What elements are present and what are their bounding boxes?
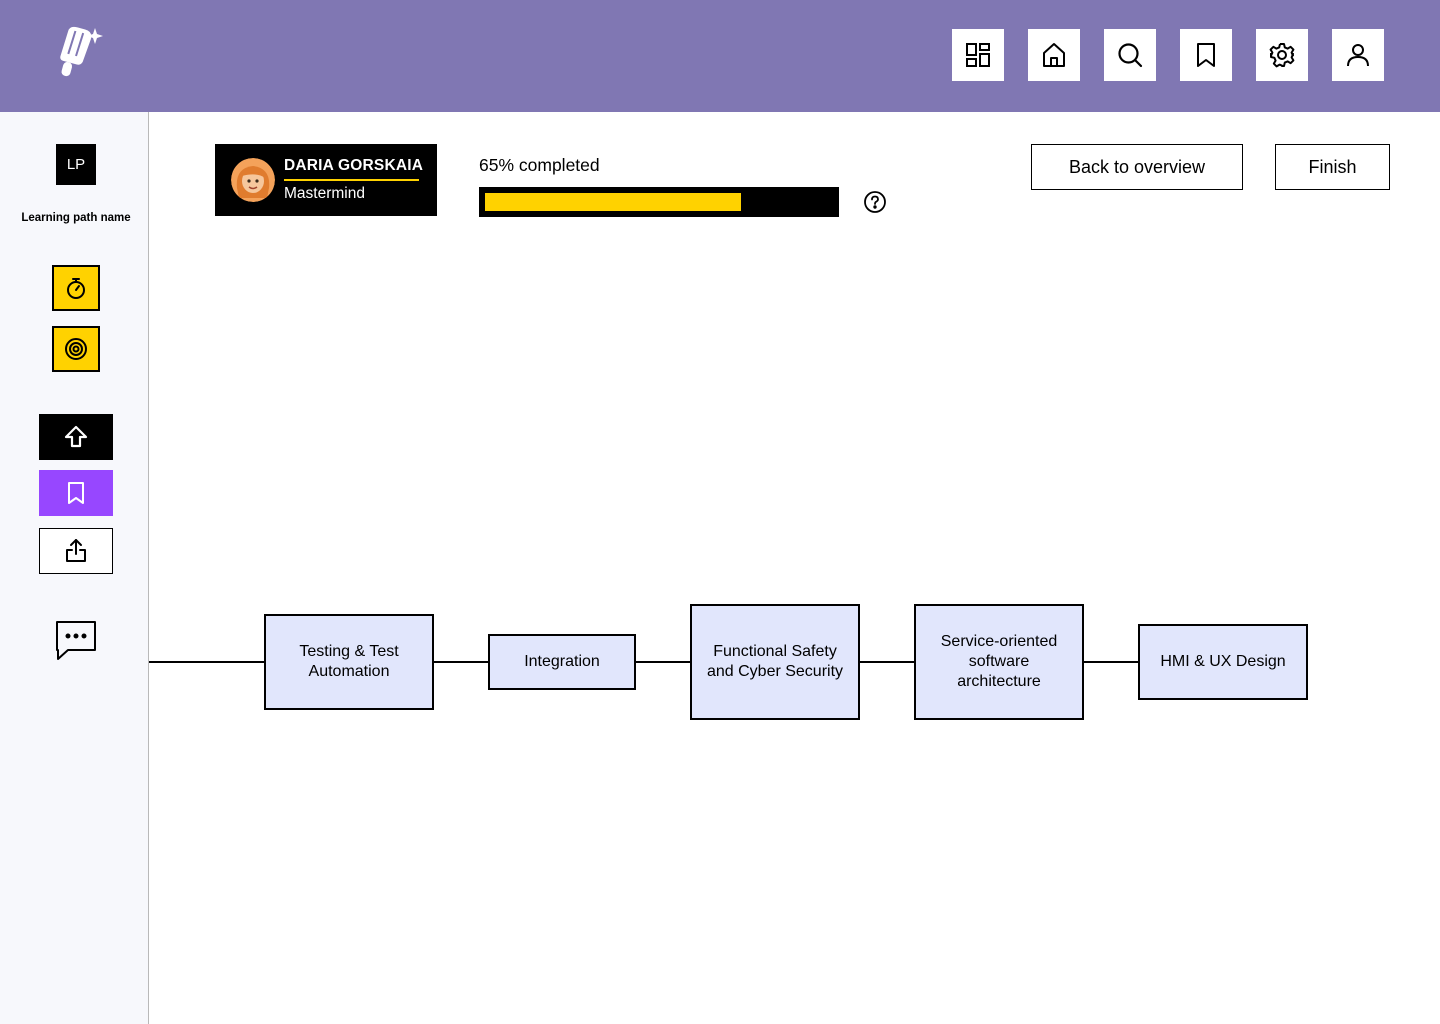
share-button[interactable] xyxy=(39,528,113,574)
dashboard-icon xyxy=(966,43,990,67)
dashboard-button[interactable] xyxy=(952,29,1004,81)
target-icon xyxy=(65,338,87,360)
settings-button[interactable] xyxy=(1256,29,1308,81)
path-node-service-oriented[interactable]: Service-oriented software architecture xyxy=(914,604,1084,720)
learning-path-badge: LP xyxy=(56,144,96,185)
scroll-up-button[interactable] xyxy=(39,414,113,460)
share-icon xyxy=(66,539,86,562)
sidebar: LP Learning path name xyxy=(0,112,149,1024)
user-rank: Mastermind xyxy=(284,185,365,202)
user-name: DARIA GORSKAIA xyxy=(284,157,424,174)
chat-icon xyxy=(56,621,96,660)
brand-logo-icon[interactable] xyxy=(52,26,104,86)
question-icon xyxy=(864,191,886,213)
profile-button[interactable] xyxy=(1332,29,1384,81)
progress-bar xyxy=(479,187,839,217)
bookmark-icon xyxy=(68,482,84,504)
chat-button[interactable] xyxy=(54,618,98,662)
user-card[interactable]: DARIA GORSKAIA Mastermind xyxy=(215,144,437,216)
top-bar xyxy=(0,0,1440,112)
path-node-testing[interactable]: Testing & Test Automation xyxy=(264,614,434,710)
top-icon-bar xyxy=(952,29,1384,81)
bookmarks-button[interactable] xyxy=(1180,29,1232,81)
timer-button[interactable] xyxy=(52,265,100,311)
user-divider xyxy=(284,179,419,181)
finish-button[interactable]: Finish xyxy=(1275,144,1390,190)
arrow-up-icon xyxy=(64,425,88,448)
path-node-hmi-ux[interactable]: HMI & UX Design xyxy=(1138,624,1308,700)
user-icon xyxy=(1347,44,1369,67)
bookmark-icon xyxy=(1197,43,1215,67)
search-icon xyxy=(1118,43,1143,68)
learning-path-name: Learning path name xyxy=(21,212,131,224)
path-node-functional-safety[interactable]: Functional Safety and Cyber Security xyxy=(690,604,860,720)
gear-icon xyxy=(1269,43,1295,68)
progress-fill xyxy=(485,193,741,211)
home-button[interactable] xyxy=(1028,29,1080,81)
home-icon xyxy=(1043,43,1065,67)
stopwatch-icon xyxy=(67,278,85,299)
progress-label: 65% completed xyxy=(479,155,600,175)
bookmark-button[interactable] xyxy=(39,470,113,516)
path-node-integration[interactable]: Integration xyxy=(488,634,636,690)
goals-button[interactable] xyxy=(52,326,100,372)
back-to-overview-button[interactable]: Back to overview xyxy=(1031,144,1243,190)
help-button[interactable] xyxy=(863,190,887,214)
avatar xyxy=(231,158,275,202)
search-button[interactable] xyxy=(1104,29,1156,81)
